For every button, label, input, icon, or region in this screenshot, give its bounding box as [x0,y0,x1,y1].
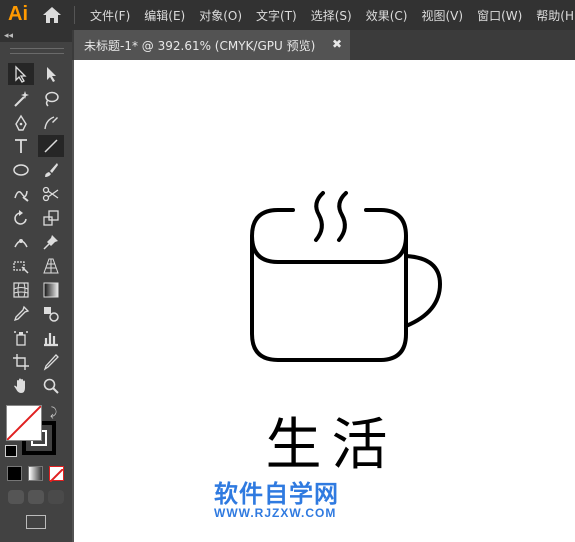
gradient-mode-icon[interactable] [28,466,43,481]
curvature-tool-icon[interactable] [38,112,64,134]
type-tool-icon[interactable] [8,135,34,157]
app-logo: Ai [8,3,28,25]
zoom-tool-icon[interactable] [38,375,64,397]
menu-file[interactable]: 文件(F) [90,7,130,24]
free-transform-tool-icon[interactable] [8,255,34,277]
gradient-tool-icon[interactable] [38,279,64,301]
menu-window[interactable]: 窗口(W) [477,7,522,24]
selection-tool-icon[interactable] [8,63,34,85]
document-tab[interactable]: 未标题-1* @ 392.61% (CMYK/GPU 预览) ✖ [74,30,350,60]
none-color-icon [7,406,41,440]
menu-bar: Ai 文件(F) 编辑(E) 对象(O) 文字(T) 选择(S) 效果(C) 视… [0,0,575,30]
draw-behind-icon[interactable] [28,490,44,504]
eyedropper-tool-icon[interactable] [8,303,34,325]
hand-tool-icon[interactable] [8,375,34,397]
watermark-url: WWW.RJZXW.COM [214,506,337,520]
scale-tool-icon[interactable] [38,207,64,229]
screen-mode-icon[interactable] [26,515,46,529]
line-segment-tool-icon[interactable] [38,135,64,157]
swap-fill-stroke-icon[interactable]: ⤸ [50,405,57,420]
scissors-tool-icon[interactable] [38,183,64,205]
artwork-text[interactable]: 生活 [264,400,399,481]
magic-wand-tool-icon[interactable] [8,88,34,110]
draw-inside-icon[interactable] [48,490,64,504]
shaper-tool-icon[interactable] [8,183,34,205]
document-tab-title: 未标题-1* @ 392.61% (CMYK/GPU 预览) [84,38,316,53]
menu-view[interactable]: 视图(V) [421,7,463,24]
none-mode-icon[interactable] [49,466,64,483]
collapse-panel-icon[interactable]: ◂◂ [4,30,13,42]
symbol-sprayer-tool-icon[interactable] [8,327,34,349]
toolbar-grip[interactable] [10,48,64,54]
puppet-warp-tool-icon[interactable] [8,231,34,253]
artboard-canvas[interactable]: 生活 软件自学网 WWW.RJZXW.COM [74,60,575,542]
menu-divider [74,6,75,24]
default-fill-stroke-icon[interactable] [5,445,17,457]
slice-tool-icon[interactable] [38,351,64,373]
menu-help[interactable]: 帮助(H) [536,7,575,24]
menu-type[interactable]: 文字(T) [256,7,297,24]
menu-effect[interactable]: 效果(C) [366,7,408,24]
paintbrush-tool-icon[interactable] [38,159,64,181]
close-icon[interactable]: ✖ [332,37,342,51]
draw-normal-icon[interactable] [8,490,24,504]
ellipse-tool-icon[interactable] [8,159,34,181]
fill-swatch[interactable] [6,405,42,441]
lasso-tool-icon[interactable] [38,88,64,110]
menu-object[interactable]: 对象(O) [199,7,242,24]
pin-tool-icon[interactable] [38,231,64,253]
perspective-grid-tool-icon[interactable] [38,255,64,277]
home-icon[interactable] [42,6,62,24]
menu-edit[interactable]: 编辑(E) [144,7,185,24]
blend-tool-icon[interactable] [38,303,64,325]
rotate-tool-icon[interactable] [8,207,34,229]
watermark-title: 软件自学网 [214,480,339,508]
direct-selection-tool-icon[interactable] [38,63,64,85]
column-graph-tool-icon[interactable] [38,327,64,349]
mesh-tool-icon[interactable] [8,279,34,301]
artboard-tool-icon[interactable] [8,351,34,373]
pen-tool-icon[interactable] [8,112,34,134]
coffee-mug-icon[interactable] [248,188,448,368]
menu-select[interactable]: 选择(S) [311,7,352,24]
menu-items: 文件(F) 编辑(E) 对象(O) 文字(T) 选择(S) 效果(C) 视图(V… [90,0,575,30]
color-mode-icon[interactable] [7,466,22,481]
